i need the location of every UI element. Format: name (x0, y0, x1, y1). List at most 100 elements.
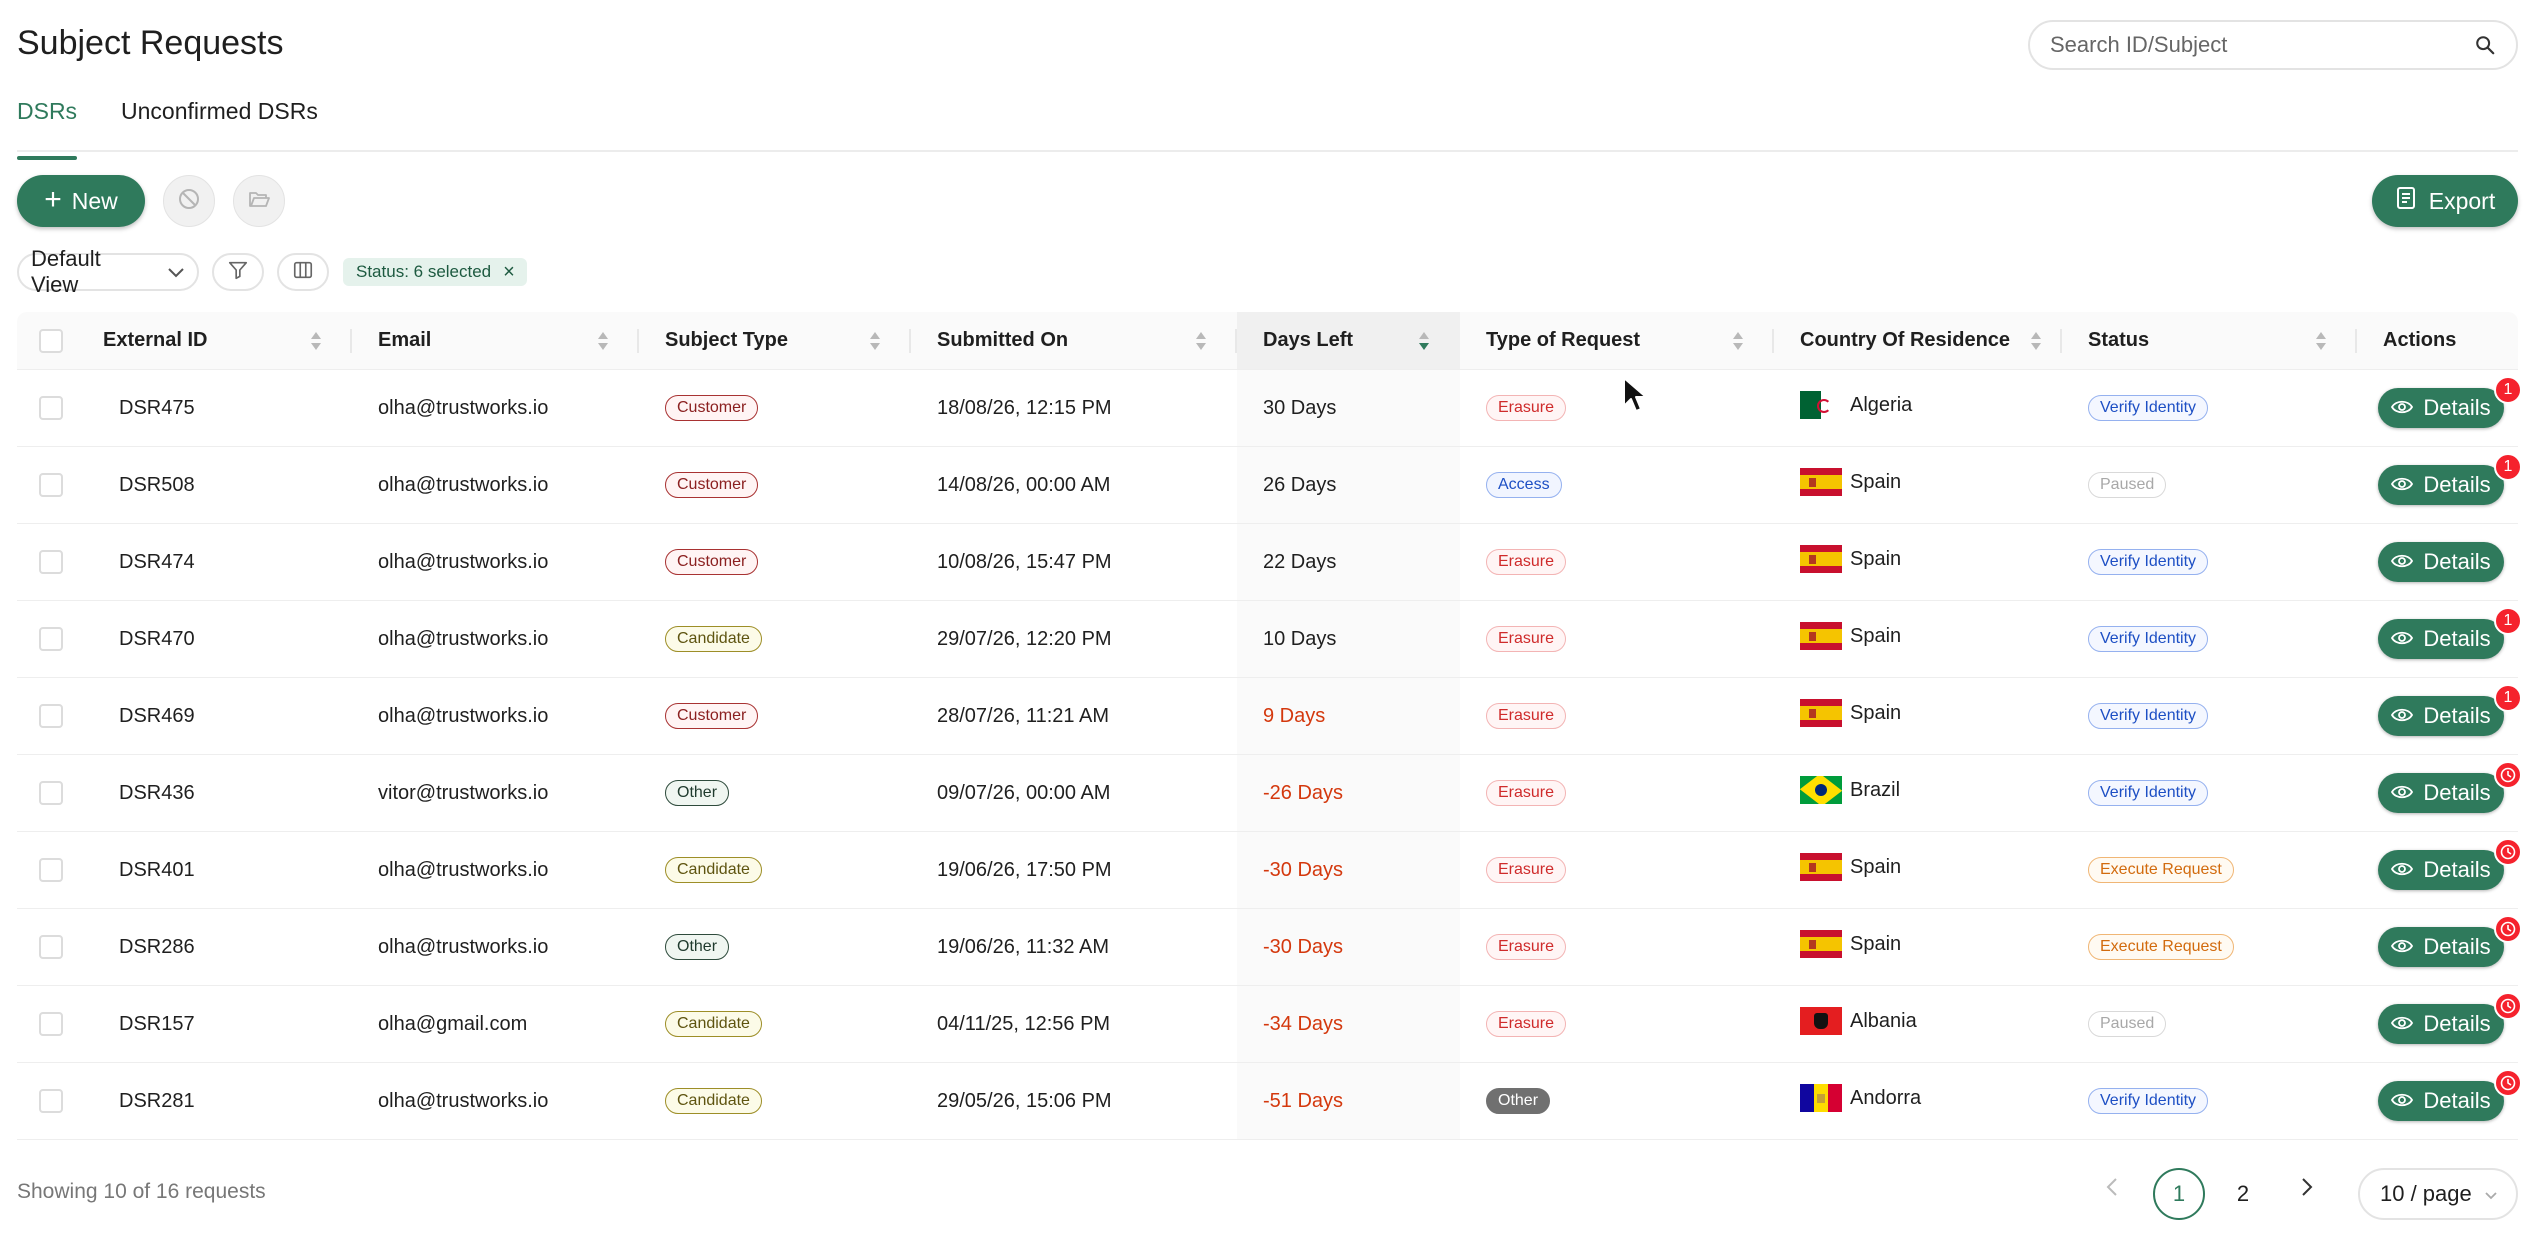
external-id: DSR281 (119, 1089, 195, 1112)
details-button[interactable]: Details 1 (2378, 607, 2522, 659)
flag-ad-icon (1800, 1084, 1842, 1112)
sort-icon[interactable] (2315, 330, 2327, 352)
search-icon[interactable] (2474, 34, 2496, 56)
table-row[interactable]: DSR508 olha@trustworks.io Customer 14/08/26… (17, 447, 2522, 524)
sort-icon[interactable] (2030, 330, 2042, 352)
submitted-on: 14/08/26, 00:00 AM (937, 473, 1111, 496)
details-button[interactable]: Details (2378, 838, 2522, 890)
chevron-down-icon (167, 259, 185, 285)
row-checkbox[interactable] (39, 473, 63, 497)
plus-icon: + (44, 182, 62, 216)
new-button[interactable]: + New (17, 175, 145, 227)
flag-es-icon (1800, 853, 1842, 881)
country-name: Andorra (1850, 1086, 1922, 1109)
details-button[interactable]: Details (2378, 915, 2522, 967)
email: olha@trustworks.io (378, 627, 549, 650)
details-button[interactable]: Details (2378, 992, 2522, 1044)
tab-dsrs[interactable]: DSRs (17, 98, 78, 160)
days-left: 10 Days (1237, 601, 1460, 677)
header-submitted-on[interactable]: Submitted On (911, 312, 1237, 369)
table-row[interactable]: DSR436 vitor@trustworks.io Other 09/07/26, … (17, 755, 2522, 832)
details-button[interactable]: Details 1 (2378, 684, 2522, 736)
search-input[interactable] (2050, 32, 2474, 58)
page-1-button[interactable]: 1 (2153, 1168, 2205, 1220)
header-country[interactable]: Country Of Residence (1774, 312, 2062, 369)
header-select (17, 312, 103, 369)
status-filter-tag: Status: 6 selected × (343, 258, 527, 286)
export-button[interactable]: Export (2372, 175, 2518, 227)
sort-icon[interactable] (869, 330, 881, 352)
tab-unconfirmed-dsrs[interactable]: Unconfirmed DSRs (121, 98, 318, 125)
subject-type-tag: Candidate (665, 1011, 762, 1037)
clock-icon (2494, 915, 2522, 943)
header-external-id[interactable]: External ID (103, 312, 352, 369)
row-checkbox[interactable] (39, 1012, 63, 1036)
external-id: DSR157 (119, 1012, 195, 1035)
header-days-left[interactable]: Days Left (1237, 312, 1460, 369)
submitted-on: 29/05/26, 15:06 PM (937, 1089, 1112, 1112)
country-name: Algeria (1850, 393, 1913, 416)
subject-type-tag: Customer (665, 549, 759, 575)
email: olha@trustworks.io (378, 473, 549, 496)
table-row[interactable]: DSR475 olha@trustworks.io Customer 18/08/26… (17, 370, 2522, 447)
table-row[interactable]: DSR474 olha@trustworks.io Customer 10/08/26… (17, 524, 2518, 601)
details-button[interactable]: Details (2378, 542, 2504, 582)
folder-button[interactable] (233, 175, 285, 227)
prev-page-icon[interactable] (2105, 1176, 2119, 1205)
showing-count: Showing 10 of 16 requests (17, 1180, 266, 1203)
select-all-checkbox[interactable] (39, 328, 63, 353)
page-2-button[interactable]: 2 (2217, 1168, 2269, 1220)
row-checkbox[interactable] (39, 858, 63, 882)
close-icon[interactable]: × (503, 262, 515, 282)
details-button-label: Details (2423, 395, 2491, 420)
email: olha@trustworks.io (378, 396, 549, 419)
details-button[interactable]: Details 1 (2378, 376, 2522, 428)
table-row[interactable]: DSR470 olha@trustworks.io Candidate 29/07/2… (17, 601, 2522, 678)
details-button[interactable]: Details (2378, 1069, 2522, 1121)
subject-type-tag: Customer (665, 703, 759, 729)
header-subject-type[interactable]: Subject Type (639, 312, 911, 369)
sort-icon[interactable] (1732, 330, 1744, 352)
header-type-of-request[interactable]: Type of Request (1460, 312, 1774, 369)
row-checkbox[interactable] (39, 1089, 63, 1113)
notification-badge: 1 (2494, 607, 2522, 635)
page-size-select[interactable]: 10 / page (2358, 1168, 2518, 1220)
request-type-tag: Erasure (1486, 934, 1567, 960)
header-status[interactable]: Status (2062, 312, 2357, 369)
block-icon (177, 187, 201, 216)
header-email[interactable]: Email (352, 312, 639, 369)
sort-icon[interactable] (1418, 330, 1430, 352)
sort-icon[interactable] (597, 330, 609, 352)
table-row[interactable]: DSR469 olha@trustworks.io Customer 28/07/26… (17, 678, 2522, 755)
chevron-down-icon (2484, 1181, 2498, 1207)
row-checkbox[interactable] (39, 704, 63, 728)
table-row[interactable]: DSR157 olha@gmail.com Candidate 04/11/25, 1… (17, 986, 2522, 1063)
row-checkbox[interactable] (39, 396, 63, 420)
external-id: DSR508 (119, 473, 195, 496)
sort-icon[interactable] (310, 330, 322, 352)
email: olha@trustworks.io (378, 1089, 549, 1112)
next-page-icon[interactable] (2300, 1176, 2314, 1205)
row-checkbox[interactable] (39, 935, 63, 959)
filter-button[interactable] (212, 253, 264, 291)
details-button[interactable]: Details 1 (2378, 453, 2522, 505)
country-name: Spain (1850, 701, 1902, 724)
view-select-value: Default View (31, 246, 101, 297)
search-box[interactable] (2028, 20, 2518, 70)
sort-icon[interactable] (1195, 330, 1207, 352)
row-checkbox[interactable] (39, 550, 63, 574)
days-left: -51 Days (1237, 1063, 1460, 1139)
table-row[interactable]: DSR281 olha@trustworks.io Candidate 29/05/2… (17, 1063, 2522, 1140)
row-checkbox[interactable] (39, 627, 63, 651)
days-left: -30 Days (1237, 909, 1460, 985)
block-button[interactable] (163, 175, 215, 227)
days-left: 9 Days (1237, 678, 1460, 754)
details-button[interactable]: Details (2378, 761, 2522, 813)
table-row[interactable]: DSR401 olha@trustworks.io Candidate 19/06/2… (17, 832, 2522, 909)
view-select[interactable]: Default View (17, 246, 199, 297)
country-name: Brazil (1850, 778, 1901, 801)
columns-button[interactable] (277, 253, 329, 291)
table-row[interactable]: DSR286 olha@trustworks.io Other 19/06/26, 1… (17, 909, 2522, 986)
row-checkbox[interactable] (39, 781, 63, 805)
details-button-label: Details (2423, 626, 2491, 651)
